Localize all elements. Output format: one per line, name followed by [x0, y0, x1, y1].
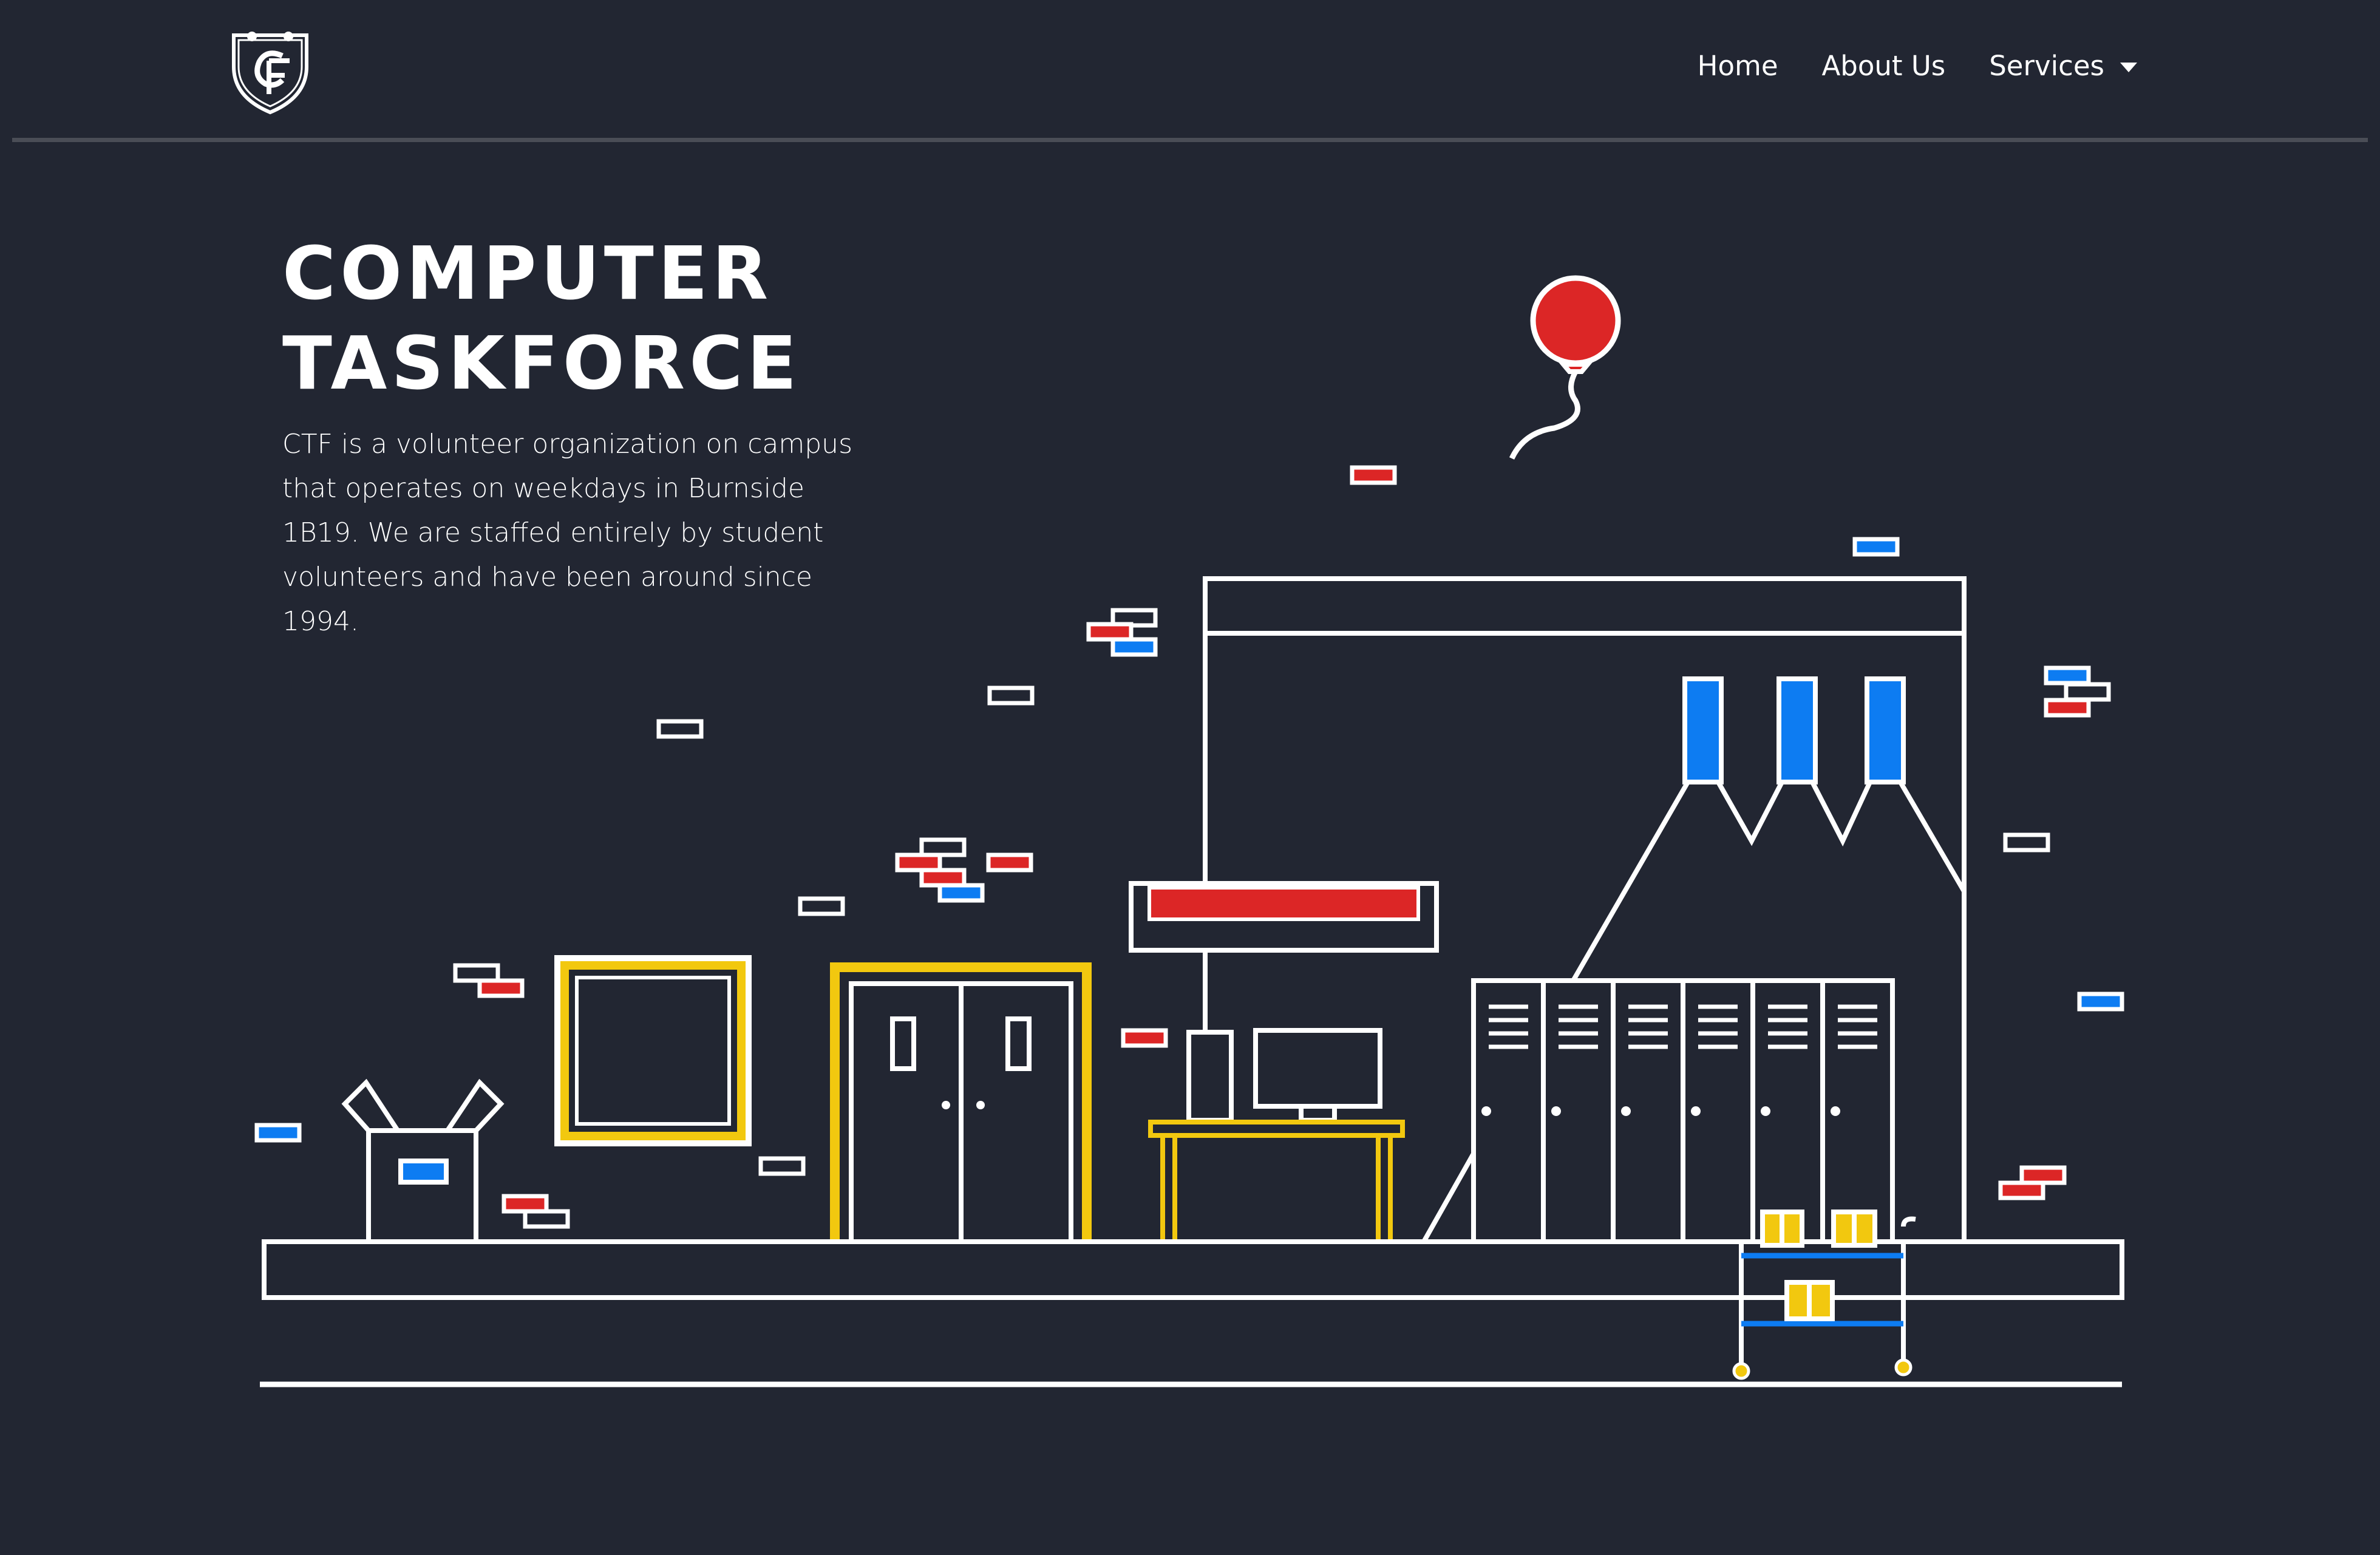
page: Home About Us Services COMPUTER TASKFORC…	[0, 0, 2380, 1555]
picture-frame-illustration	[554, 955, 752, 1146]
office-illustration	[254, 275, 2124, 1387]
sign-illustration	[1129, 881, 1439, 953]
open-box-illustration	[341, 1078, 505, 1244]
double-door-illustration	[830, 962, 1092, 1244]
balloon-illustration	[1509, 275, 1621, 460]
desk-computer-illustration	[1148, 1028, 1405, 1242]
chimneys-illustration	[1570, 676, 1967, 984]
lockers-illustration	[1421, 978, 1895, 1244]
ground-slab	[262, 1239, 2124, 1300]
